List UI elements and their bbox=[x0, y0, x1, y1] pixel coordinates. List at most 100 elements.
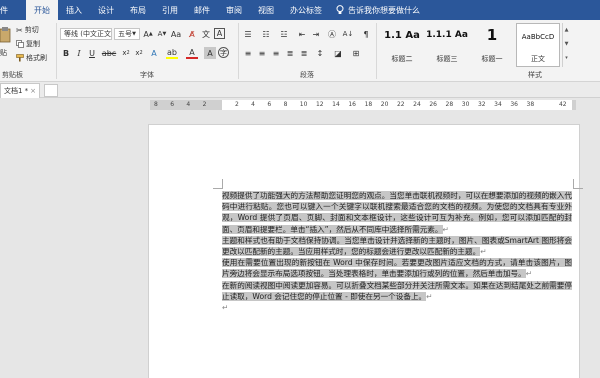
character-shading-icon[interactable]: A bbox=[204, 47, 216, 59]
style-heading-3[interactable]: 1.1.1 Aa 标题三 bbox=[424, 23, 470, 67]
ribbon: 贴 ✂ 剪切 复制 格式刷 剪贴板 等线 (中文正文 ▼ 五号 ▼ A▲ A▼ … bbox=[0, 20, 600, 82]
document-body[interactable]: 视频提供了功能强大的方法帮助您证明您的观点。当您单击联机视频时，可以在想要添加的… bbox=[222, 190, 572, 313]
style-heading-3-sample: 1.1.1 Aa bbox=[426, 30, 468, 40]
multilevel-list-icon[interactable]: ☳ bbox=[278, 28, 290, 40]
tab-office-tabs[interactable]: 办公标签 bbox=[282, 0, 330, 20]
align-right-icon[interactable]: ≡ bbox=[270, 47, 282, 59]
paragraph[interactable]: 使用在需要位置出现的新按钮在 Word 中保存时间。若要更改图片适应文档的方式，… bbox=[222, 257, 572, 279]
paragraph-mark: ↵ bbox=[426, 291, 433, 301]
shading-icon[interactable]: ◪ bbox=[332, 47, 344, 59]
margin-corner-mark bbox=[213, 179, 223, 189]
style-heading-2-sample: 1.1 Aa bbox=[384, 30, 420, 41]
bold-icon[interactable]: B bbox=[60, 47, 72, 59]
paragraph-mark: ↵ bbox=[222, 303, 229, 313]
ruler-number: 20 bbox=[380, 101, 389, 108]
tab-view[interactable]: 视图 bbox=[250, 0, 282, 20]
ruler-number: 2 bbox=[202, 101, 207, 108]
chinese-layout-icon[interactable]: Ⓐ bbox=[326, 28, 338, 40]
shrink-font-icon[interactable]: A ▼ bbox=[156, 28, 168, 40]
word-window: { "menubar": { "tabs": ["件", "开始", "插入",… bbox=[0, 0, 600, 378]
tab-references-label: 引用 bbox=[162, 5, 178, 15]
tell-me-search[interactable]: 告诉我你想要做什么 bbox=[336, 0, 420, 20]
ruler-number: 16 bbox=[348, 101, 356, 108]
underline-icon[interactable]: U bbox=[86, 47, 98, 59]
ruler-number: 4 bbox=[251, 101, 255, 108]
borders-icon[interactable]: ⊞ bbox=[350, 47, 362, 59]
paragraph[interactable]: 主题和样式也有助于文档保持协调。当您单击设计并选择新的主题时，图片、图表或Sma… bbox=[222, 235, 572, 257]
format-painter-button[interactable]: 格式刷 bbox=[16, 53, 47, 63]
superscript-icon[interactable]: x2 bbox=[133, 47, 145, 59]
increase-indent-icon[interactable]: ⇥ bbox=[310, 28, 322, 40]
justify-icon[interactable]: ≣ bbox=[284, 47, 296, 59]
tab-home[interactable]: 开始 bbox=[26, 0, 58, 20]
style-normal-name: 正文 bbox=[531, 55, 545, 63]
tab-references[interactable]: 引用 bbox=[154, 0, 186, 20]
style-heading-2[interactable]: 1.1 Aa 标题二 bbox=[382, 23, 422, 67]
ruler-number: 2 bbox=[234, 101, 239, 108]
text-effects-icon[interactable]: A bbox=[148, 47, 160, 59]
horizontal-ruler[interactable]: 8 6 4 2 2 4 6 8 10 12 14 16 18 20 22 24 26 28 30 32 34 36 38 42 bbox=[150, 100, 576, 110]
document-tab[interactable]: 文档1 * × bbox=[0, 83, 40, 98]
menu-bar: 件 开始 插入 设计 布局 引用 邮件 审阅 视图 办公标签 告诉我你想要做什么 bbox=[0, 0, 600, 20]
cut-button[interactable]: ✂ 剪切 bbox=[16, 25, 39, 35]
change-case-icon[interactable]: Aa bbox=[170, 28, 182, 40]
distributed-icon[interactable]: ≣ bbox=[298, 47, 310, 59]
grow-font-icon[interactable]: A ▲ bbox=[142, 28, 154, 40]
phonetic-guide-icon[interactable]: 文 bbox=[200, 28, 212, 40]
selected-text: 在新的阅读视图中阅读更加容易。可以折叠文档某些部分并关注所需文本。如果在达到结尾… bbox=[222, 280, 572, 301]
strikethrough-icon[interactable]: abc bbox=[102, 47, 116, 59]
styles-scroll[interactable]: ▲ ▼ ▾ bbox=[562, 23, 570, 67]
tab-insert[interactable]: 插入 bbox=[58, 0, 90, 20]
ruler-area: 8 6 4 2 2 4 6 8 10 12 14 16 18 20 22 24 26 28 30 32 34 36 38 42 bbox=[0, 98, 600, 112]
selected-text: 使用在需要位置出现的新按钮在 Word 中保存时间。若要更改图片适应文档的方式，… bbox=[222, 258, 572, 279]
numbering-icon[interactable]: ☷ bbox=[260, 28, 272, 40]
paragraph-mark: ↵ bbox=[442, 224, 449, 234]
italic-icon[interactable]: I bbox=[73, 47, 85, 59]
tab-view-label: 视图 bbox=[258, 5, 274, 15]
tab-design[interactable]: 设计 bbox=[90, 0, 122, 20]
tab-layout[interactable]: 布局 bbox=[122, 0, 154, 20]
selected-text: 视频提供了功能强大的方法帮助您证明您的观点。当您单击联机视频时，可以在想要添加的… bbox=[222, 191, 572, 234]
ruler-number: 38 bbox=[526, 101, 535, 108]
ruler-number: 4 bbox=[186, 101, 191, 108]
font-size-dropdown[interactable]: 五号 ▼ bbox=[114, 28, 140, 40]
lightbulb-icon bbox=[336, 5, 344, 14]
show-marks-icon[interactable]: ¶ bbox=[360, 28, 372, 40]
tab-mailings[interactable]: 邮件 bbox=[186, 0, 218, 20]
paste-icon bbox=[0, 27, 11, 43]
style-heading-3-name: 标题三 bbox=[436, 55, 458, 63]
new-tab-button[interactable] bbox=[44, 84, 58, 97]
paragraph[interactable]: 在新的阅读视图中阅读更加容易。可以折叠文档某些部分并关注所需文本。如果在达到结尾… bbox=[222, 280, 572, 302]
copy-button[interactable]: 复制 bbox=[16, 39, 40, 49]
bullets-icon[interactable]: ☰ bbox=[242, 28, 254, 40]
paragraph[interactable]: 视频提供了功能强大的方法帮助您证明您的观点。当您单击联机视频时，可以在想要添加的… bbox=[222, 190, 572, 235]
character-border-icon[interactable]: A bbox=[214, 28, 225, 39]
style-heading-1[interactable]: 1 标题一 bbox=[472, 23, 512, 67]
style-heading-1-name: 标题一 bbox=[481, 55, 503, 63]
ruler-number: 8 bbox=[283, 101, 288, 108]
close-icon[interactable]: × bbox=[30, 87, 36, 95]
format-painter-icon bbox=[16, 54, 24, 62]
paste-button[interactable]: 贴 bbox=[0, 24, 14, 64]
clear-formatting-icon[interactable]: A̸ bbox=[186, 28, 198, 40]
sort-icon[interactable]: A↓ bbox=[342, 28, 354, 40]
paste-label: 贴 bbox=[0, 49, 7, 57]
subscript-icon[interactable]: x2 bbox=[120, 47, 132, 59]
paragraph[interactable]: ↵ bbox=[222, 302, 572, 313]
tab-file[interactable]: 件 bbox=[0, 0, 26, 20]
font-color-icon[interactable]: A bbox=[186, 47, 198, 59]
align-center-icon[interactable]: ≡ bbox=[256, 47, 268, 59]
style-normal[interactable]: AaBbCcD 正文 bbox=[516, 23, 560, 67]
copy-icon bbox=[16, 40, 24, 48]
line-spacing-icon[interactable]: ↕ bbox=[314, 47, 326, 59]
ruler-number: 14 bbox=[332, 101, 340, 108]
highlight-color-icon[interactable]: ab bbox=[166, 47, 178, 59]
ruler-number: 6 bbox=[267, 101, 272, 108]
enclose-characters-icon[interactable]: 字 bbox=[218, 47, 229, 58]
paragraph-mark: ↵ bbox=[480, 247, 487, 257]
align-left-icon[interactable]: ≡ bbox=[242, 47, 254, 59]
decrease-indent-icon[interactable]: ⇤ bbox=[296, 28, 308, 40]
copy-label: 复制 bbox=[26, 40, 40, 48]
tab-review[interactable]: 审阅 bbox=[218, 0, 250, 20]
font-name-dropdown[interactable]: 等线 (中文正文 ▼ bbox=[60, 28, 112, 40]
